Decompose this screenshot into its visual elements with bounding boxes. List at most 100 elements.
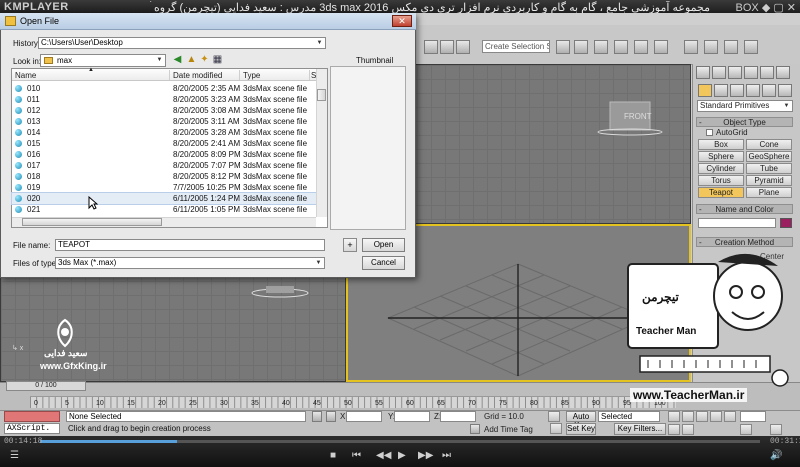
- object-type-button-cylinder[interactable]: Cylinder: [698, 163, 744, 174]
- percent-snap-icon[interactable]: [456, 40, 470, 54]
- set-key-icon[interactable]: [550, 423, 562, 434]
- z-coord-field[interactable]: [440, 411, 476, 422]
- render-icon[interactable]: [744, 40, 758, 54]
- mirror-icon[interactable]: [556, 40, 570, 54]
- file-row[interactable]: 016 8/20/2005 8:09 PM 3dsMax scene file: [12, 149, 317, 160]
- maxscript-listener-output[interactable]: [4, 411, 60, 422]
- goto-start-icon[interactable]: [668, 411, 680, 422]
- view-menu-icon[interactable]: ▦: [212, 54, 223, 65]
- file-row[interactable]: 021 6/11/2005 1:05 PM 3dsMax scene file: [12, 204, 317, 215]
- forward-icon[interactable]: ▶▶: [418, 450, 433, 461]
- current-frame-field[interactable]: [740, 411, 766, 422]
- play-icon[interactable]: [696, 411, 708, 422]
- volume-icon[interactable]: 🔊: [770, 450, 782, 461]
- close-button[interactable]: ✕: [392, 15, 412, 27]
- object-name-field[interactable]: [698, 218, 776, 228]
- render-setup-icon[interactable]: [704, 40, 718, 54]
- zoom-icon[interactable]: [668, 424, 680, 435]
- object-type-button-box[interactable]: Box: [698, 139, 744, 150]
- file-row[interactable]: 014 8/20/2005 3:28 AM 3dsMax scene file: [12, 127, 317, 138]
- filetype-dropdown[interactable]: 3ds Max (*.max) ▼: [55, 257, 325, 269]
- align-icon[interactable]: [574, 40, 588, 54]
- pan-icon[interactable]: [682, 424, 694, 435]
- rollout-name-color[interactable]: - Name and Color: [696, 204, 793, 214]
- cameras-icon[interactable]: [746, 84, 760, 97]
- horizontal-scroll-thumb[interactable]: [22, 218, 162, 226]
- transform-mode-icon[interactable]: [326, 411, 336, 422]
- curve-editor-icon[interactable]: [634, 40, 648, 54]
- file-row[interactable]: 012 8/20/2005 3:08 AM 3dsMax scene file: [12, 105, 317, 116]
- geometry-icon[interactable]: [698, 84, 712, 97]
- angle-snap-icon[interactable]: [440, 40, 454, 54]
- file-row[interactable]: 013 8/20/2005 3:11 AM 3dsMax scene file: [12, 116, 317, 127]
- x-coord-field[interactable]: [346, 411, 382, 422]
- display-tab-icon[interactable]: [760, 66, 774, 79]
- helpers-icon[interactable]: [762, 84, 776, 97]
- schematic-icon[interactable]: [654, 40, 668, 54]
- create-tab-icon[interactable]: [696, 66, 710, 79]
- up-folder-icon[interactable]: ▲: [186, 54, 197, 65]
- time-slider-label[interactable]: 0 / 100: [6, 381, 86, 391]
- primitive-category-dropdown[interactable]: Standard Primitives ▼: [697, 100, 793, 112]
- prev-icon[interactable]: ⏮: [352, 450, 361, 461]
- hierarchy-tab-icon[interactable]: [728, 66, 742, 79]
- spacewarps-icon[interactable]: [778, 84, 792, 97]
- orbit-icon[interactable]: [740, 424, 752, 435]
- object-type-button-torus[interactable]: Torus: [698, 175, 744, 186]
- y-coord-field[interactable]: [394, 411, 430, 422]
- history-dropdown[interactable]: C:\Users\User\Desktop ▼: [38, 37, 326, 49]
- add-time-tag[interactable]: Add Time Tag: [484, 425, 533, 434]
- column-date[interactable]: Date modified: [173, 71, 222, 80]
- object-type-button-sphere[interactable]: Sphere: [698, 151, 744, 162]
- material-editor-icon[interactable]: [684, 40, 698, 54]
- file-row[interactable]: 020 6/11/2005 1:24 PM 3dsMax scene file: [11, 192, 318, 205]
- time-tag-icon[interactable]: [470, 424, 480, 434]
- stop-icon[interactable]: ■: [330, 450, 336, 461]
- file-row[interactable]: 017 8/20/2005 7:07 PM 3dsMax scene file: [12, 160, 317, 171]
- graphite-icon[interactable]: [614, 40, 628, 54]
- goto-end-icon[interactable]: [724, 411, 736, 422]
- motion-tab-icon[interactable]: [744, 66, 758, 79]
- column-type[interactable]: Type: [243, 71, 260, 80]
- layer-manager-icon[interactable]: [594, 40, 608, 54]
- object-type-button-plane[interactable]: Plane: [746, 187, 792, 198]
- selection-set-dropdown[interactable]: Create Selection Set: [482, 40, 550, 53]
- file-row[interactable]: 019 7/7/2005 10:25 PM 3dsMax scene file: [12, 182, 317, 193]
- filename-input[interactable]: TEAPOT: [55, 239, 325, 251]
- file-row[interactable]: 015 8/20/2005 2:41 AM 3dsMax scene file: [12, 138, 317, 149]
- auto-key-button[interactable]: Auto Key: [566, 411, 596, 430]
- next-frame-icon[interactable]: [710, 411, 722, 422]
- file-row[interactable]: 018 8/20/2005 8:12 PM 3dsMax scene file: [12, 171, 317, 182]
- player-play-icon[interactable]: ▶: [398, 450, 406, 461]
- set-key-button[interactable]: Set Key: [566, 423, 596, 435]
- rollout-object-type[interactable]: - Object Type: [696, 117, 793, 127]
- lock-selection-icon[interactable]: [312, 411, 322, 422]
- cancel-button[interactable]: Cancel: [362, 256, 405, 270]
- object-type-button-tube[interactable]: Tube: [746, 163, 792, 174]
- column-name[interactable]: Name: [15, 71, 36, 80]
- next-icon[interactable]: ⏭: [442, 450, 451, 461]
- snap-icon[interactable]: [424, 40, 438, 54]
- render-frame-icon[interactable]: [724, 40, 738, 54]
- key-filters-button[interactable]: Key Filters...: [614, 423, 666, 435]
- prev-frame-icon[interactable]: [682, 411, 694, 422]
- object-color-swatch[interactable]: [780, 218, 792, 228]
- shapes-icon[interactable]: [714, 84, 728, 97]
- open-button[interactable]: Open: [362, 238, 405, 252]
- dialog-title-bar[interactable]: [0, 13, 416, 30]
- key-mode-icon[interactable]: [548, 411, 560, 422]
- vertical-scroll-thumb[interactable]: [317, 89, 326, 101]
- increment-filename-button[interactable]: +: [343, 238, 357, 252]
- rewind-icon[interactable]: ◀◀: [376, 450, 391, 461]
- lights-icon[interactable]: [730, 84, 744, 97]
- autogrid-checkbox[interactable]: [706, 129, 713, 136]
- object-type-button-teapot[interactable]: Teapot: [698, 187, 744, 198]
- object-type-button-pyramid[interactable]: Pyramid: [746, 175, 792, 186]
- maxscript-mini-listener[interactable]: AXScript.: [4, 423, 60, 434]
- settings-icon[interactable]: ☰: [10, 450, 19, 461]
- utilities-tab-icon[interactable]: [776, 66, 790, 79]
- back-icon[interactable]: ◀: [172, 54, 183, 65]
- key-selection-dropdown[interactable]: Selected: [598, 411, 660, 422]
- object-type-button-cone[interactable]: Cone: [746, 139, 792, 150]
- file-row[interactable]: 010 8/20/2005 2:35 AM 3dsMax scene file: [12, 83, 317, 94]
